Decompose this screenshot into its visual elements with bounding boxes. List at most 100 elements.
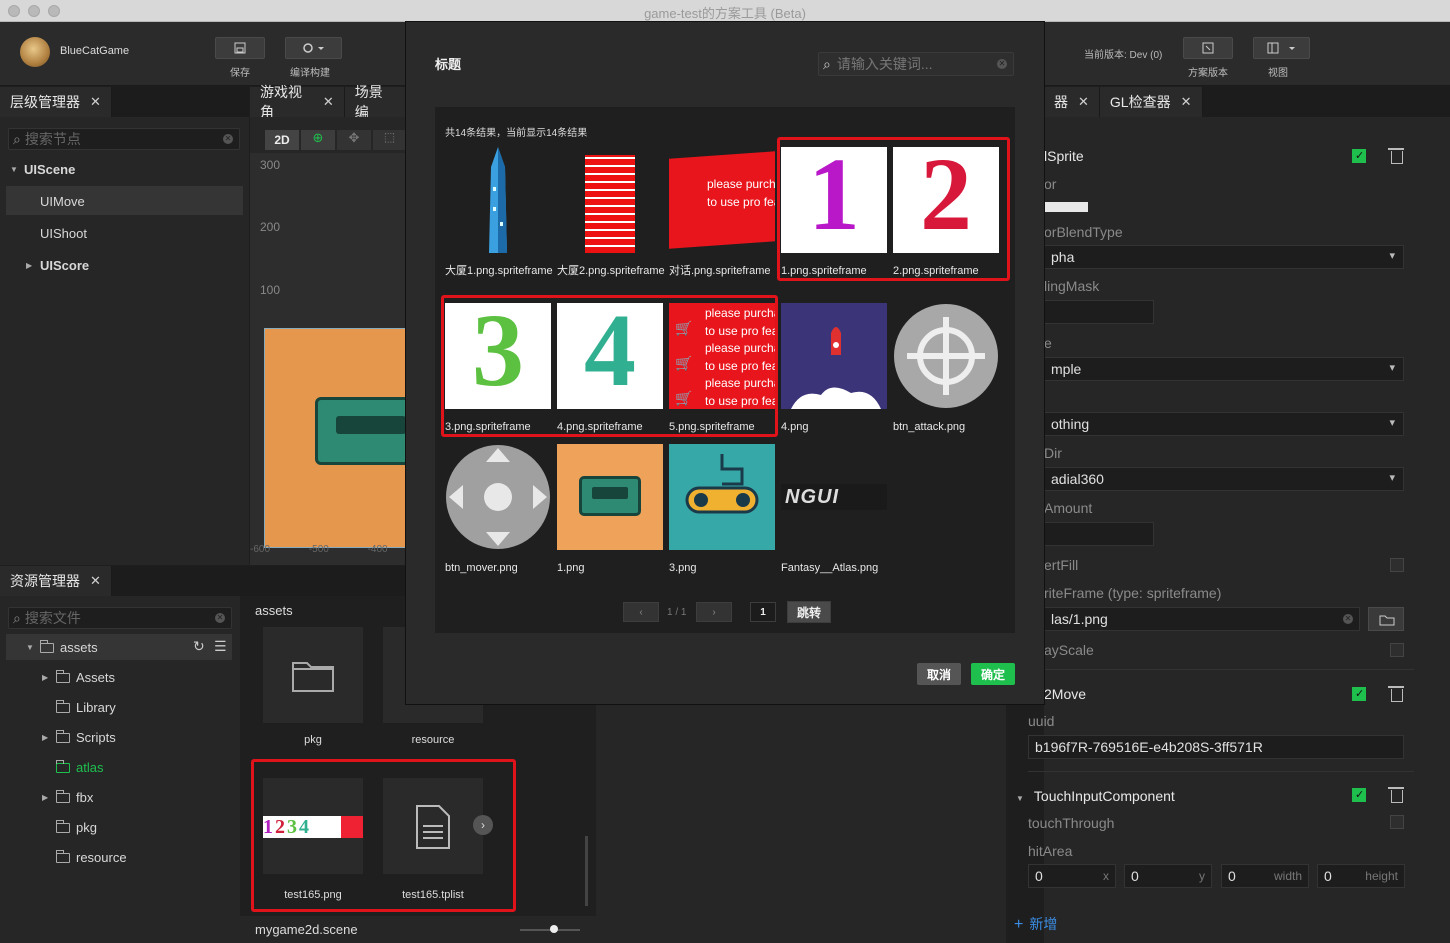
tree-item-resource[interactable]: resource	[56, 849, 127, 865]
list-menu-icon[interactable]: ☰	[214, 638, 227, 655]
cassette-graphic	[315, 397, 415, 465]
inspector-tabbar: 器 ✕ GL检查器 ✕	[1044, 87, 1450, 117]
zoom-slider-handle[interactable]	[550, 925, 558, 933]
tree-item-scripts[interactable]: ▶ Scripts	[42, 729, 116, 745]
file-search-input[interactable]: ⌕ 搜索文件 ✕	[8, 607, 232, 629]
fill-amount-input[interactable]	[1044, 522, 1154, 546]
blend-type-select[interactable]: pha	[1044, 245, 1404, 269]
close-icon[interactable]: ✕	[1181, 94, 1192, 110]
thumb-4-png[interactable]	[781, 303, 887, 409]
tree-item-fbx[interactable]: ▶ fbx	[42, 789, 93, 805]
tree-item-uishoot[interactable]: UIShoot	[40, 226, 87, 241]
uuid-field[interactable]: b196f7R-769516E-e4b208S-3ff571R	[1028, 735, 1404, 759]
rect-tool-icon[interactable]: ⬚	[373, 130, 406, 150]
next-page-button[interactable]: ›	[696, 602, 732, 622]
thumb-3-png[interactable]	[669, 444, 775, 550]
touch-input-header[interactable]: ▼ TouchInputComponent	[1016, 788, 1175, 804]
tree-item-uimove[interactable]: UIMove	[40, 194, 85, 209]
thumb-btn-mover[interactable]	[445, 444, 551, 550]
component-title: lSprite	[1044, 148, 1084, 164]
highlight-box-top	[777, 137, 1010, 281]
trash-icon[interactable]	[1388, 686, 1404, 702]
sprite-frame-input[interactable]: las/1.png ✕	[1044, 607, 1360, 631]
select-value: adial360	[1051, 471, 1104, 487]
tree-item-pkg[interactable]: pkg	[56, 819, 97, 835]
culling-mask-input[interactable]	[1044, 300, 1154, 324]
page-indicator: 1 / 1	[667, 607, 687, 618]
refresh-icon[interactable]: ↻	[193, 638, 205, 655]
gamepad-image	[685, 454, 759, 514]
scheme-version-button[interactable]	[1183, 37, 1233, 59]
mode-2d-button[interactable]: 2D	[265, 130, 299, 150]
hit-area-x-input[interactable]: 0x	[1028, 864, 1116, 888]
close-icon[interactable]: ✕	[323, 94, 334, 110]
tab-inspector[interactable]: 器 ✕	[1044, 87, 1100, 117]
fill-dir-select[interactable]: adial360	[1044, 467, 1404, 491]
jump-button[interactable]: 跳转	[787, 601, 831, 623]
thumb-dialog[interactable]: please purcha to use pro fea	[669, 147, 775, 253]
color-swatch[interactable]	[1044, 202, 1088, 212]
touch-enabled-checkbox[interactable]	[1352, 788, 1366, 802]
invert-fill-checkbox[interactable]	[1390, 558, 1404, 572]
scrollbar[interactable]	[585, 836, 588, 906]
browse-frame-button[interactable]	[1368, 607, 1404, 631]
close-icon[interactable]: ✕	[90, 573, 101, 589]
current-scene-label: mygame2d.scene	[255, 922, 358, 937]
add-component-button[interactable]: + 新增	[1014, 914, 1057, 934]
tree-item-library[interactable]: Library	[56, 699, 116, 715]
touch-through-checkbox[interactable]	[1390, 815, 1404, 829]
tab-hierarchy[interactable]: 层级管理器 ✕	[0, 87, 112, 117]
pan-tool-icon[interactable]: ✥	[337, 130, 371, 150]
build-button[interactable]	[285, 37, 342, 59]
hit-area-width-input[interactable]: 0 width	[1221, 864, 1309, 888]
move-tool-icon[interactable]: ⊕	[301, 130, 335, 150]
tree-item-uiscene[interactable]: ▼ UIScene	[10, 162, 75, 177]
gray-scale-checkbox[interactable]	[1390, 643, 1404, 657]
tree-item-assets[interactable]: ▶ Assets	[42, 669, 115, 685]
tree-item-uiscore[interactable]: ▶ UIScore	[26, 258, 89, 273]
cancel-button[interactable]: 取消	[917, 663, 961, 685]
prev-page-button[interactable]: ‹	[623, 602, 659, 622]
trash-icon[interactable]	[1388, 787, 1404, 803]
clear-icon[interactable]: ✕	[1343, 614, 1353, 624]
search-placeholder: 搜索节点	[24, 131, 81, 147]
sprite-type-select[interactable]: mple	[1044, 357, 1404, 381]
tree-item-atlas[interactable]: atlas	[56, 759, 103, 775]
hit-area-y-input[interactable]: 0y	[1124, 864, 1212, 888]
building-image	[489, 147, 507, 253]
close-icon[interactable]: ✕	[1078, 94, 1089, 110]
tree-label: UIMove	[40, 194, 85, 209]
save-button[interactable]	[215, 37, 265, 59]
move-enabled-checkbox[interactable]	[1352, 687, 1366, 701]
ok-button[interactable]: 确定	[971, 663, 1015, 685]
trash-icon[interactable]	[1388, 148, 1404, 164]
sprite-enabled-checkbox[interactable]	[1352, 149, 1366, 163]
node-search-input[interactable]: ⌕ 搜索节点 ✕	[8, 128, 240, 150]
close-icon[interactable]: ✕	[90, 94, 101, 110]
view-button[interactable]	[1253, 37, 1310, 59]
thumb-fantasy-atlas[interactable]: NGUI	[781, 444, 887, 550]
folder-icon	[56, 699, 70, 713]
thumb-building1[interactable]	[445, 147, 551, 253]
tab-scene-editor[interactable]: 场景编	[344, 84, 406, 120]
hit-area-height-input[interactable]: 0 height	[1317, 864, 1405, 888]
tree-item-assets-root[interactable]: ▼ assets	[26, 639, 98, 655]
asset-pkg[interactable]	[263, 627, 363, 723]
promo-line: to use pro fea	[707, 195, 775, 209]
keyword-search-input[interactable]: ⌕ 请输入关键词... ✕	[818, 52, 1014, 76]
clear-icon[interactable]: ✕	[215, 613, 225, 623]
prop-label: hitArea	[1028, 843, 1073, 859]
thumb-btn-attack[interactable]	[893, 303, 999, 409]
tab-game-view[interactable]: 游戏视角 ✕	[250, 84, 345, 120]
input-value: 0	[1131, 868, 1139, 884]
clear-icon[interactable]: ✕	[997, 59, 1007, 69]
avatar[interactable]	[20, 37, 50, 67]
clear-icon[interactable]: ✕	[223, 134, 233, 144]
tab-gl-inspector[interactable]: GL检查器 ✕	[1099, 87, 1203, 117]
tab-assets[interactable]: 资源管理器 ✕	[0, 566, 112, 596]
scene-canvas-image[interactable]	[264, 328, 415, 548]
thumb-building2[interactable]	[557, 147, 663, 253]
page-number-input[interactable]: 1	[750, 602, 776, 622]
thumb-1-png[interactable]	[557, 444, 663, 550]
fill-type-select[interactable]: othing	[1044, 412, 1404, 436]
